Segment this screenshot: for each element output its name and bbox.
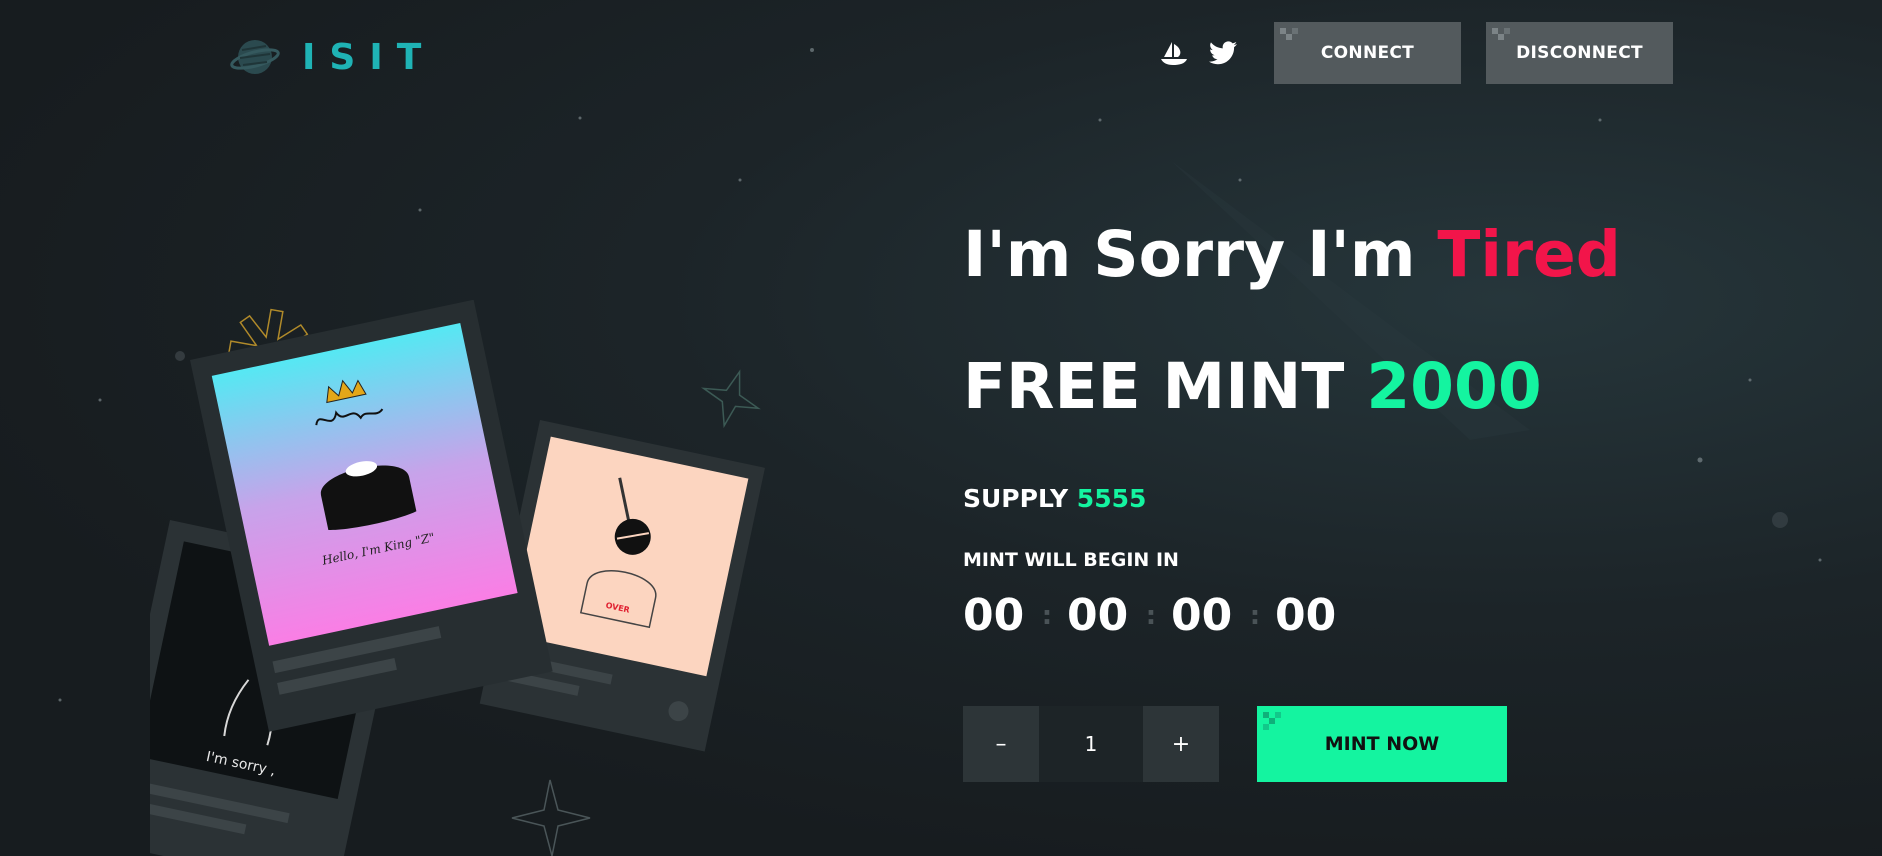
mint-now-label: MINT NOW — [1324, 733, 1440, 755]
pixel-decoration-icon — [1263, 712, 1281, 730]
mint-now-button[interactable]: MINT NOW — [1257, 706, 1507, 782]
mint-begin-label: MINT WILL BEGIN IN — [963, 549, 1179, 571]
twitter-link[interactable] — [1206, 36, 1240, 70]
disconnect-button[interactable]: DISCONNECT — [1486, 22, 1673, 84]
connect-label: CONNECT — [1320, 43, 1415, 63]
twitter-icon — [1209, 41, 1237, 65]
supply-label: SUPPLY — [963, 484, 1077, 513]
quantity-stepper: – 1 + — [963, 706, 1219, 782]
supply-info: SUPPLY 5555 — [963, 484, 1146, 513]
disconnect-label: DISCONNECT — [1516, 43, 1643, 63]
star-outline-icon — [701, 369, 761, 429]
increment-button[interactable]: + — [1143, 706, 1219, 782]
logo-text: ISIT — [302, 36, 436, 78]
free-mint-heading: FREE MINT 2000 — [963, 350, 1542, 423]
countdown-days: 00 — [963, 590, 1025, 641]
countdown-separator: : — [1145, 600, 1157, 631]
star-outline-icon — [511, 779, 591, 856]
opensea-link[interactable] — [1157, 36, 1191, 70]
countdown-seconds: 00 — [1275, 590, 1337, 641]
pixel-decoration-icon — [1492, 28, 1510, 40]
countdown-separator: : — [1249, 600, 1261, 631]
decrement-button[interactable]: – — [963, 706, 1039, 782]
opensea-icon — [1161, 42, 1187, 65]
free-mint-main: FREE MINT — [963, 350, 1367, 423]
free-mint-count: 2000 — [1366, 350, 1542, 423]
title-main: I'm Sorry I'm — [963, 218, 1438, 291]
countdown-timer: 00 : 00 : 00 : 00 — [963, 590, 1339, 641]
countdown-minutes: 00 — [1171, 590, 1233, 641]
collection-title: I'm Sorry I'm Tired — [963, 218, 1621, 291]
connect-button[interactable]: CONNECT — [1274, 22, 1461, 84]
quantity-value[interactable]: 1 — [1039, 706, 1143, 782]
site-header: ISIT CONNECT DISCONNECT — [0, 0, 1882, 110]
countdown-separator: : — [1041, 600, 1053, 631]
countdown-hours: 00 — [1067, 590, 1129, 641]
pixel-decoration-icon — [1280, 28, 1298, 40]
nft-artwork-collage: I'm sorry , OVER Hello, I'm King "Z" — [150, 300, 765, 856]
logo[interactable]: ISIT — [230, 32, 435, 82]
title-accent: Tired — [1437, 218, 1621, 291]
planet-logo-icon — [230, 40, 280, 74]
supply-value: 5555 — [1076, 484, 1147, 513]
